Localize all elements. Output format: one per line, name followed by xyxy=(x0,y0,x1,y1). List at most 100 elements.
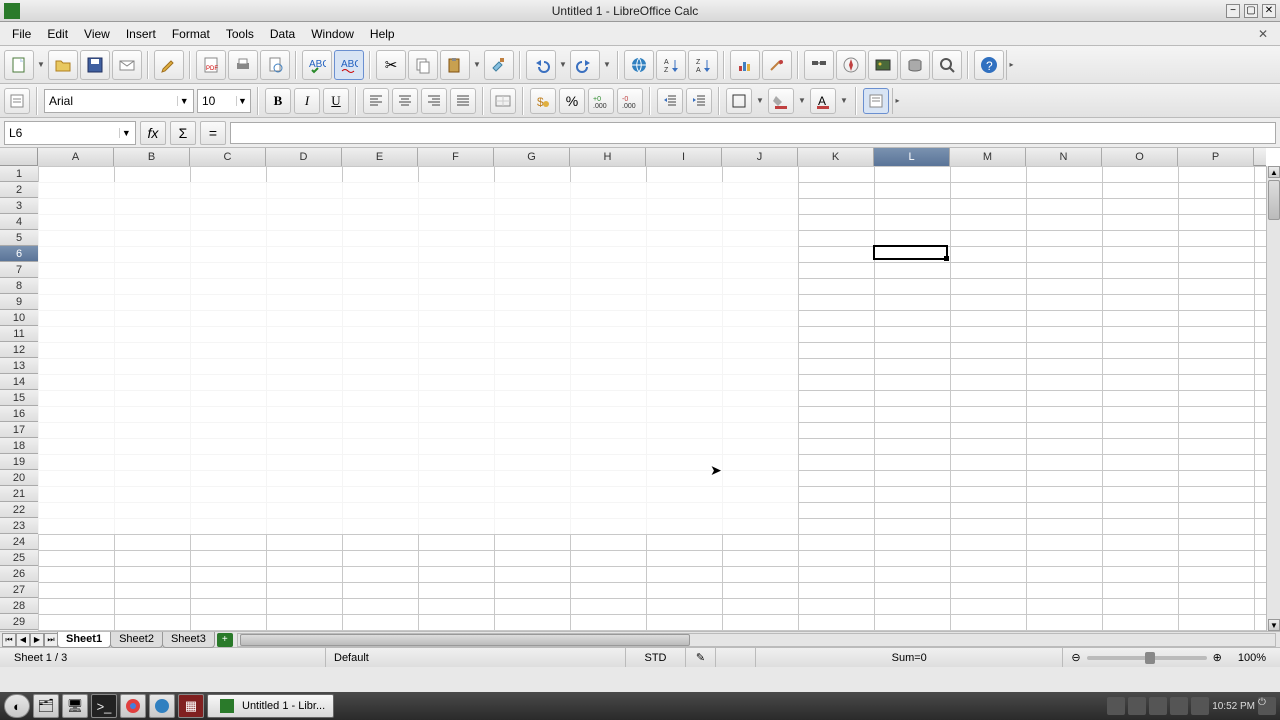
vertical-scrollbar[interactable]: ▲ ▼ xyxy=(1266,166,1280,631)
font-size-dropdown[interactable]: ▼ xyxy=(236,96,248,106)
italic-button[interactable]: I xyxy=(294,88,320,114)
auto-spellcheck-button[interactable]: ABC xyxy=(334,50,364,80)
print-preview-button[interactable] xyxy=(260,50,290,80)
column-header-H[interactable]: H xyxy=(570,148,646,166)
row-header-17[interactable]: 17 xyxy=(0,422,38,438)
help-button[interactable]: ? xyxy=(974,50,1004,80)
paste-dropdown[interactable]: ▼ xyxy=(472,51,482,79)
sheet-tab-sheet3[interactable]: Sheet3 xyxy=(162,632,215,648)
scroll-up-button[interactable]: ▲ xyxy=(1268,166,1280,178)
decrease-indent-button[interactable] xyxy=(657,88,683,114)
row-header-13[interactable]: 13 xyxy=(0,358,38,374)
row-header-9[interactable]: 9 xyxy=(0,294,38,310)
zoom-slider[interactable] xyxy=(1087,656,1207,660)
copy-button[interactable] xyxy=(408,50,438,80)
add-decimal-button[interactable]: +0.000 xyxy=(588,88,614,114)
align-right-button[interactable] xyxy=(421,88,447,114)
vertical-scroll-thumb[interactable] xyxy=(1268,180,1280,220)
find-button[interactable] xyxy=(804,50,834,80)
undo-button[interactable] xyxy=(526,50,556,80)
zoom-button[interactable] xyxy=(932,50,962,80)
row-header-21[interactable]: 21 xyxy=(0,486,38,502)
zoom-in-button[interactable]: ⊕ xyxy=(1213,651,1222,664)
align-justify-button[interactable] xyxy=(450,88,476,114)
cell-reference-input[interactable] xyxy=(9,126,119,140)
row-header-4[interactable]: 4 xyxy=(0,214,38,230)
row-header-22[interactable]: 22 xyxy=(0,502,38,518)
row-header-30[interactable]: 30 xyxy=(0,630,38,631)
export-pdf-button[interactable]: PDF xyxy=(196,50,226,80)
underline-button[interactable]: U xyxy=(323,88,349,114)
paste-button[interactable] xyxy=(440,50,470,80)
menu-view[interactable]: View xyxy=(76,25,118,43)
chrome-icon[interactable] xyxy=(120,694,146,718)
formula-input[interactable] xyxy=(230,122,1276,144)
font-color-dropdown[interactable]: ▼ xyxy=(839,87,849,115)
menu-edit[interactable]: Edit xyxy=(39,25,76,43)
tray-icon-2[interactable] xyxy=(1128,697,1146,715)
sum-button[interactable]: Σ xyxy=(170,121,196,145)
cell-reference-combo[interactable]: ▼ xyxy=(4,121,136,145)
font-name-input[interactable] xyxy=(49,94,177,108)
column-header-E[interactable]: E xyxy=(342,148,418,166)
redo-dropdown[interactable]: ▼ xyxy=(602,51,612,79)
borders-button[interactable] xyxy=(726,88,752,114)
row-header-2[interactable]: 2 xyxy=(0,182,38,198)
delete-decimal-button[interactable]: -0.000 xyxy=(617,88,643,114)
menu-window[interactable]: Window xyxy=(303,25,362,43)
row-header-26[interactable]: 26 xyxy=(0,566,38,582)
first-sheet-button[interactable]: ⏮ xyxy=(2,633,16,647)
sort-asc-button[interactable]: AZ xyxy=(656,50,686,80)
column-header-M[interactable]: M xyxy=(950,148,1026,166)
toolbar-overflow[interactable]: ▸ xyxy=(1006,50,1016,80)
cell-reference-dropdown[interactable]: ▼ xyxy=(119,128,133,138)
new-button[interactable] xyxy=(4,50,34,80)
tray-icon-5[interactable] xyxy=(1191,697,1209,715)
print-button[interactable] xyxy=(228,50,258,80)
row-header-29[interactable]: 29 xyxy=(0,614,38,630)
row-header-6[interactable]: 6 xyxy=(0,246,38,262)
column-header-O[interactable]: O xyxy=(1102,148,1178,166)
hyperlink-button[interactable] xyxy=(624,50,654,80)
edit-button[interactable] xyxy=(154,50,184,80)
navigator-button[interactable] xyxy=(836,50,866,80)
redo-button[interactable] xyxy=(570,50,600,80)
column-header-D[interactable]: D xyxy=(266,148,342,166)
column-header-G[interactable]: G xyxy=(494,148,570,166)
last-sheet-button[interactable]: ⏭ xyxy=(44,633,58,647)
function-wizard-button[interactable]: fx xyxy=(140,121,166,145)
align-left-button[interactable] xyxy=(363,88,389,114)
align-center-button[interactable] xyxy=(392,88,418,114)
column-header-F[interactable]: F xyxy=(418,148,494,166)
tray-icon-3[interactable] xyxy=(1149,697,1167,715)
row-header-20[interactable]: 20 xyxy=(0,470,38,486)
start-menu-button[interactable]: ◐ xyxy=(4,694,30,718)
format-paintbrush-button[interactable] xyxy=(484,50,514,80)
column-header-P[interactable]: P xyxy=(1178,148,1254,166)
sort-desc-button[interactable]: ZA xyxy=(688,50,718,80)
row-header-24[interactable]: 24 xyxy=(0,534,38,550)
taskbar-active-window[interactable]: Untitled 1 - Libr... xyxy=(207,694,334,718)
spellcheck-button[interactable]: ABC xyxy=(302,50,332,80)
equals-button[interactable]: = xyxy=(200,121,226,145)
row-header-19[interactable]: 19 xyxy=(0,454,38,470)
merge-cells-button[interactable] xyxy=(490,88,516,114)
status-mode[interactable]: STD xyxy=(626,648,686,667)
tray-icon-1[interactable] xyxy=(1107,697,1125,715)
browser-icon[interactable] xyxy=(149,694,175,718)
row-header-11[interactable]: 11 xyxy=(0,326,38,342)
scroll-down-button[interactable]: ▼ xyxy=(1268,619,1280,631)
menu-tools[interactable]: Tools xyxy=(218,25,262,43)
email-button[interactable] xyxy=(112,50,142,80)
percent-button[interactable]: % xyxy=(559,88,585,114)
column-header-J[interactable]: J xyxy=(722,148,798,166)
font-name-dropdown[interactable]: ▼ xyxy=(177,96,191,106)
font-color-button[interactable]: A xyxy=(810,88,836,114)
sheet-tab-sheet1[interactable]: Sheet1 xyxy=(57,632,111,648)
tray-icon-4[interactable] xyxy=(1170,697,1188,715)
horizontal-scroll-thumb[interactable] xyxy=(240,634,690,646)
background-color-button[interactable] xyxy=(768,88,794,114)
column-header-K[interactable]: K xyxy=(798,148,874,166)
column-header-B[interactable]: B xyxy=(114,148,190,166)
row-header-27[interactable]: 27 xyxy=(0,582,38,598)
